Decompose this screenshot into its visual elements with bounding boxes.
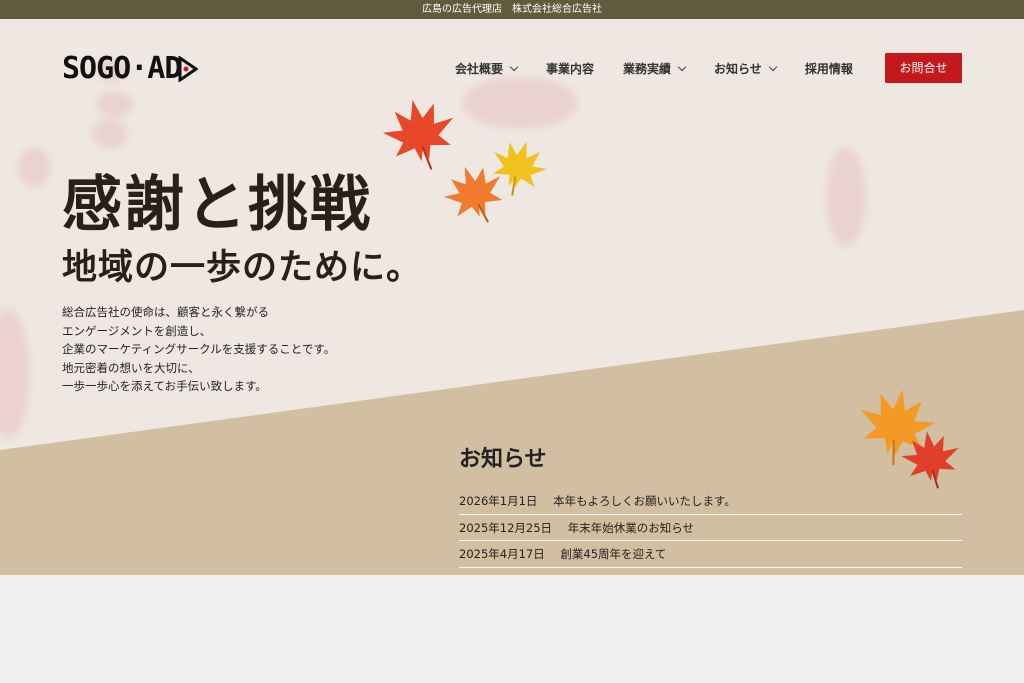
nav-item-recruit[interactable]: 採用情報	[805, 59, 853, 79]
mission-line: 一歩一歩心を添えてお手伝い致します。	[62, 379, 267, 393]
news-date: 2025年4月17日	[459, 547, 545, 561]
news-date: 2026年1月1日	[459, 494, 538, 508]
chevron-down-icon	[677, 62, 687, 72]
hero-subline: 地域の一歩のために。	[62, 247, 423, 288]
blurred-petal	[18, 147, 50, 187]
mission-line: エンゲージメントを創造し、	[62, 323, 212, 338]
hero-headline: 感謝と挑戦	[62, 170, 372, 240]
blurred-petal	[92, 119, 128, 149]
site-logo[interactable]: SOGO·AD	[62, 51, 199, 86]
mission-statement: 総合広告社の使命は、顧客と永く繋がる エンゲージメントを創造し、 企業のマーケテ…	[62, 303, 335, 396]
nav-item-label: 事業内容	[546, 62, 595, 76]
mission-line: 総合広告社の使命は、顧客と永く繋がる	[62, 305, 269, 319]
blurred-petal	[826, 147, 866, 247]
news-date: 2025年12月25日	[459, 520, 553, 535]
blurred-petal	[97, 91, 133, 117]
nav-item-label: お知らせ	[714, 62, 762, 76]
mission-line: 企業のマーケティングサークルを支援することです。	[62, 342, 336, 356]
mission-line: 地元密着の想いを大切に、	[62, 360, 200, 375]
nav-item-label: 会社概要	[455, 62, 504, 76]
news-text: 本年もよろしくお願いいたします。	[553, 494, 736, 508]
nav-item-label: 採用情報	[804, 62, 853, 76]
news-item[interactable]: 2026年1月1日 本年もよろしくお願いいたします。	[459, 488, 962, 515]
main-nav: 会社概要 事業内容 業務実績 お知らせ 採用情報	[455, 59, 882, 79]
nav-item-label: 業務実績	[623, 62, 672, 76]
top-announcement-text: 広島の広告代理店 株式会社総合広告社	[422, 4, 602, 15]
nav-item-works[interactable]: 業務実績	[623, 59, 687, 79]
nav-item-company[interactable]: 会社概要	[455, 59, 519, 79]
nav-item-news[interactable]: お知らせ	[714, 59, 778, 79]
maple-leaf-icon	[443, 166, 503, 223]
news-section: お知らせ 2026年1月1日 本年もよろしくお願いいたします。 2025年12月…	[459, 443, 962, 568]
play-triangle-icon	[178, 56, 199, 82]
news-text: 年末年始休業のお知らせ	[567, 520, 694, 535]
logo-wordmark: SOGO·AD	[62, 51, 182, 86]
blurred-petal	[462, 77, 578, 129]
top-announcement-bar: 広島の広告代理店 株式会社総合広告社	[0, 0, 1024, 19]
news-text: 創業45周年を迎えて	[560, 547, 667, 561]
nav-item-services[interactable]: 事業内容	[546, 59, 594, 79]
chevron-down-icon	[768, 62, 778, 72]
news-item[interactable]: 2025年4月17日 創業45周年を迎えて	[459, 541, 962, 568]
chevron-down-icon	[509, 62, 519, 72]
news-item[interactable]: 2025年12月25日 年末年始休業のお知らせ	[459, 515, 962, 541]
news-heading: お知らせ	[459, 446, 547, 472]
contact-button[interactable]: お問合せ	[885, 53, 962, 83]
